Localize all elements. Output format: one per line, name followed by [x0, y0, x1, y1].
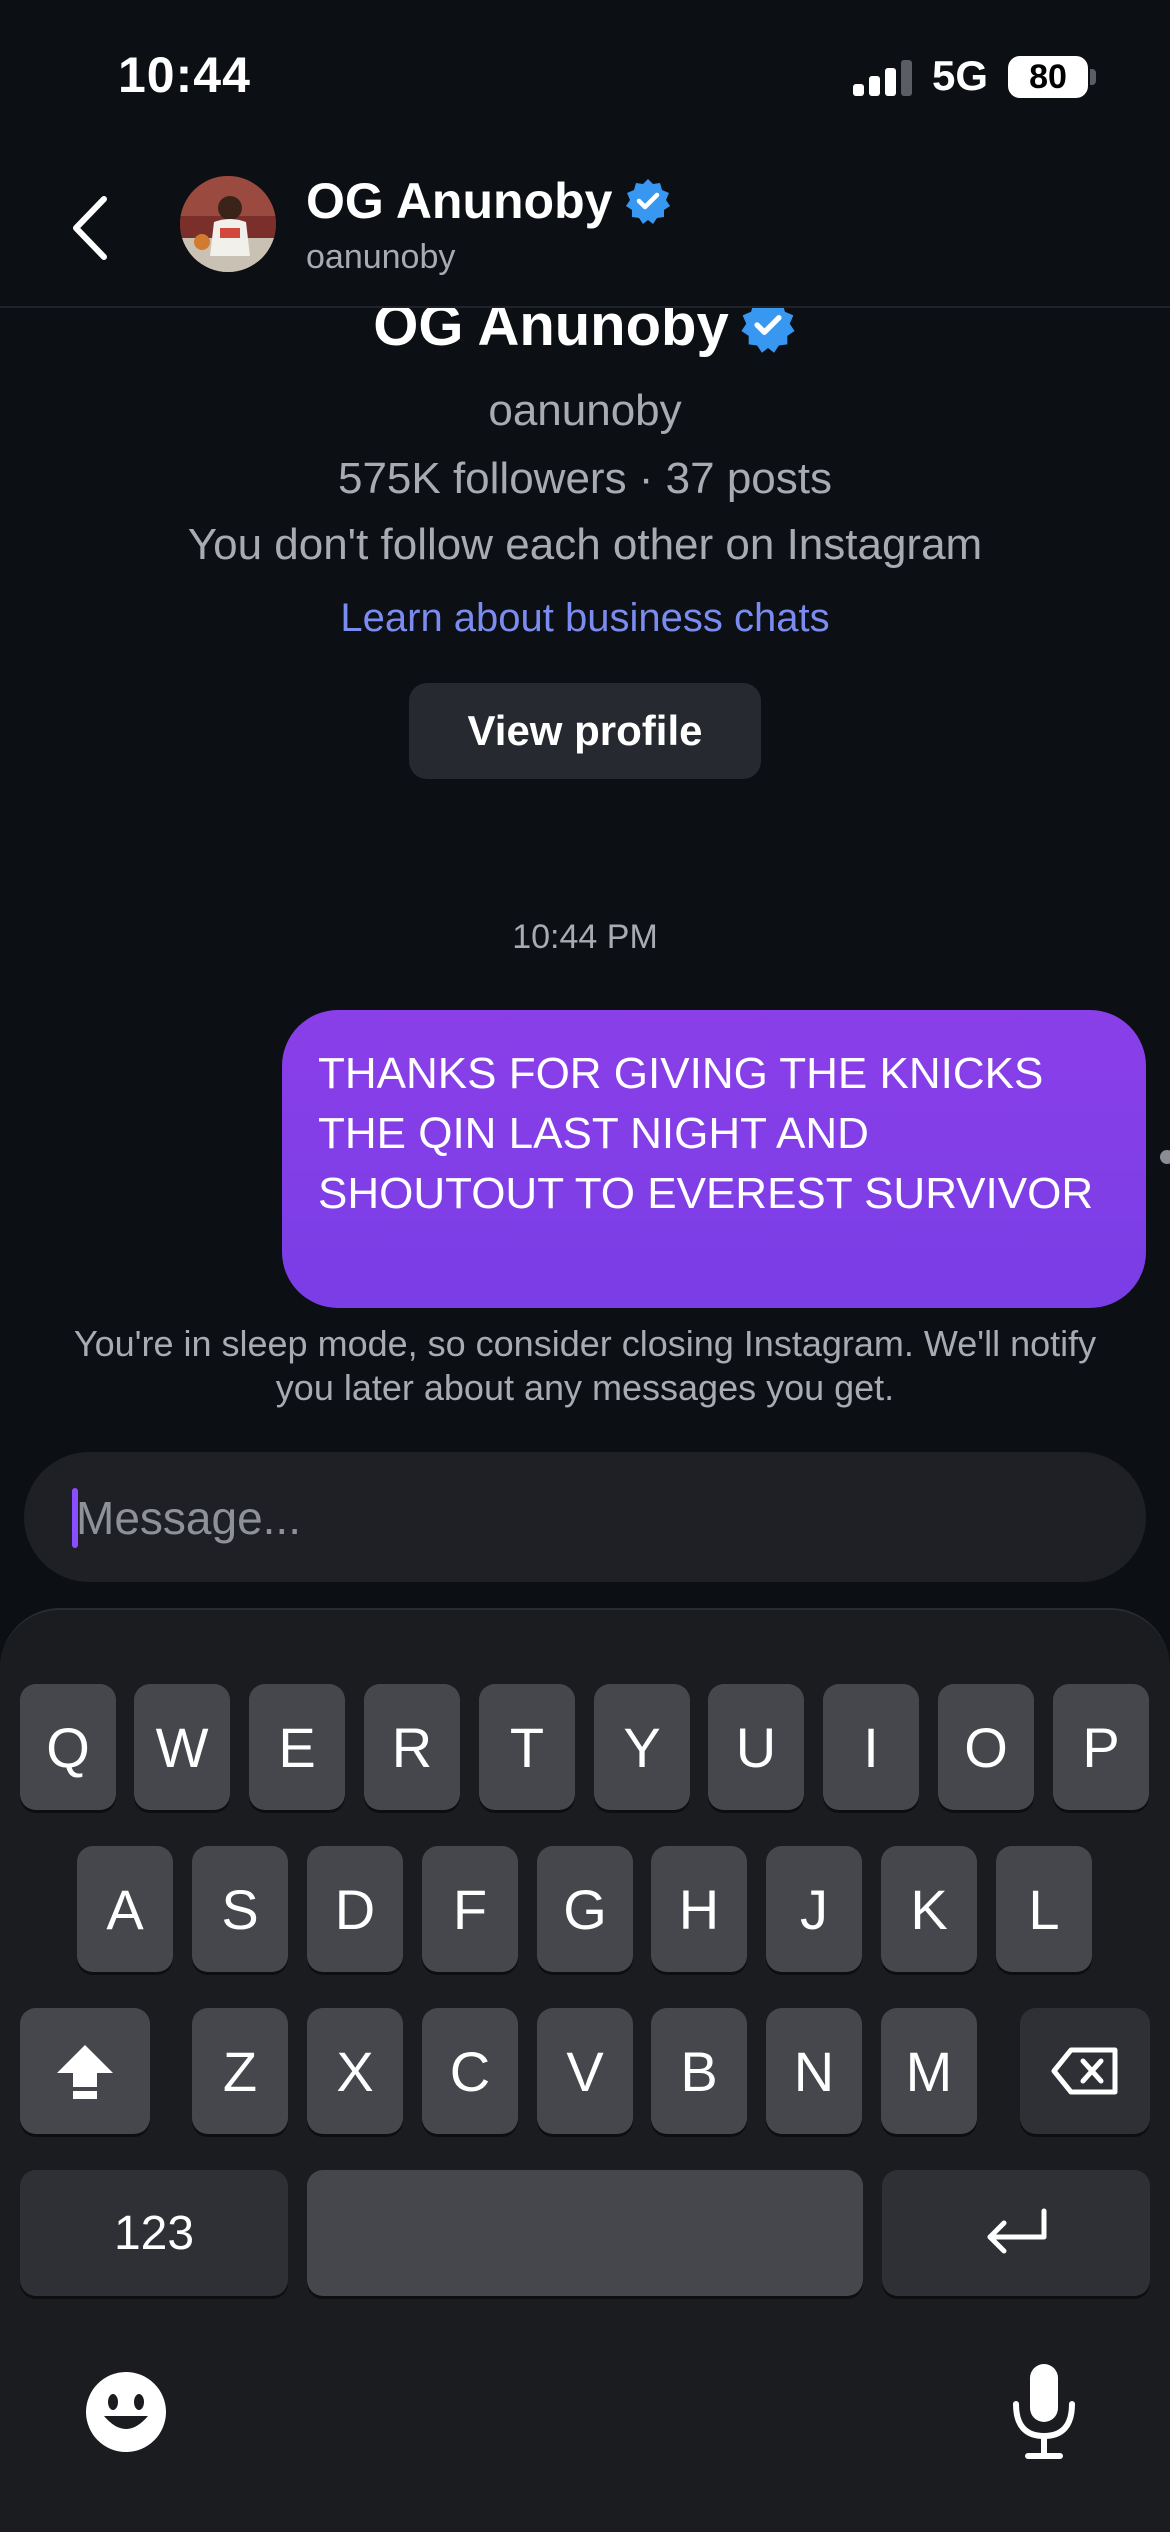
numbers-key[interactable]: 123	[20, 2170, 288, 2296]
key-r[interactable]: R	[364, 1684, 460, 1810]
battery-icon: 80	[1008, 56, 1088, 98]
key-w[interactable]: W	[134, 1684, 230, 1810]
return-key[interactable]	[882, 2170, 1150, 2296]
key-q[interactable]: Q	[20, 1684, 116, 1810]
key-v[interactable]: V	[537, 2008, 633, 2134]
key-m[interactable]: M	[881, 2008, 977, 2134]
header-name-text: OG Anunoby	[306, 173, 613, 229]
view-profile-button[interactable]: View profile	[409, 683, 761, 779]
backspace-icon	[1051, 2047, 1118, 2095]
shift-icon	[57, 2045, 113, 2099]
profile-username: oanunoby	[488, 386, 682, 435]
dictation-button[interactable]	[1004, 2362, 1084, 2462]
profile-stats: 575K followers · 37 posts	[337, 454, 833, 503]
key-h[interactable]: H	[651, 1846, 747, 1972]
key-l[interactable]: L	[996, 1846, 1092, 1972]
key-j[interactable]: J	[766, 1846, 862, 1972]
status-time: 10:44	[118, 47, 251, 103]
key-y[interactable]: Y	[594, 1684, 690, 1810]
signal-strength-icon	[853, 60, 915, 96]
key-k[interactable]: K	[881, 1846, 977, 1972]
verified-badge-icon	[626, 179, 671, 224]
follow-status: You don't follow each other on Instagram	[187, 520, 983, 569]
back-button[interactable]	[60, 190, 120, 266]
key-g[interactable]: G	[537, 1846, 633, 1972]
message-composer[interactable]	[24, 1452, 1146, 1582]
avatar[interactable]	[180, 176, 276, 272]
key-e[interactable]: E	[249, 1684, 345, 1810]
key-s[interactable]: S	[192, 1846, 288, 1972]
key-i[interactable]: I	[823, 1684, 919, 1810]
key-f[interactable]: F	[422, 1846, 518, 1972]
shift-key[interactable]	[20, 2008, 150, 2134]
keyboard: Q W E R T Y U I O P A S D F G H J K L Z …	[0, 1608, 1170, 2532]
key-n[interactable]: N	[766, 2008, 862, 2134]
header-name[interactable]: OG Anunoby	[306, 172, 672, 230]
profile-card: OG Anunoby oanunoby 575K followers · 37 …	[0, 290, 1170, 779]
status-bar: 10:44 5G 80	[0, 0, 1170, 150]
key-o[interactable]: O	[938, 1684, 1034, 1810]
header-username: oanunoby	[306, 238, 456, 276]
message-status-dot	[1160, 1150, 1170, 1164]
avatar-photo	[180, 176, 276, 272]
emoji-button[interactable]	[84, 2370, 168, 2454]
message-timestamp: 10:44 PM	[512, 918, 658, 956]
delete-key[interactable]	[1020, 2008, 1150, 2134]
key-t[interactable]: T	[479, 1684, 575, 1810]
message-input[interactable]	[76, 1480, 1076, 1556]
key-a[interactable]: A	[77, 1846, 173, 1972]
key-p[interactable]: P	[1053, 1684, 1149, 1810]
key-b[interactable]: B	[651, 2008, 747, 2134]
message-bubble-sent[interactable]: THANKS FOR GIVING THE KNICKS THE QIN LAS…	[282, 1010, 1146, 1308]
key-z[interactable]: Z	[192, 2008, 288, 2134]
key-d[interactable]: D	[307, 1846, 403, 1972]
microphone-icon	[1013, 2364, 1075, 2459]
battery-tip	[1090, 69, 1096, 85]
network-type: 5G	[932, 52, 989, 99]
emoji-icon	[86, 2372, 166, 2452]
space-key[interactable]	[307, 2170, 863, 2296]
sleep-mode-notice: You're in sleep mode, so consider closin…	[73, 1323, 1097, 1408]
key-u[interactable]: U	[708, 1684, 804, 1810]
key-x[interactable]: X	[307, 2008, 403, 2134]
return-icon	[987, 2208, 1047, 2254]
business-chats-link[interactable]: Learn about business chats	[0, 596, 1170, 641]
chat-header: OG Anunoby oanunoby	[0, 150, 1170, 308]
key-c[interactable]: C	[422, 2008, 518, 2134]
chevron-left-icon	[73, 196, 107, 260]
